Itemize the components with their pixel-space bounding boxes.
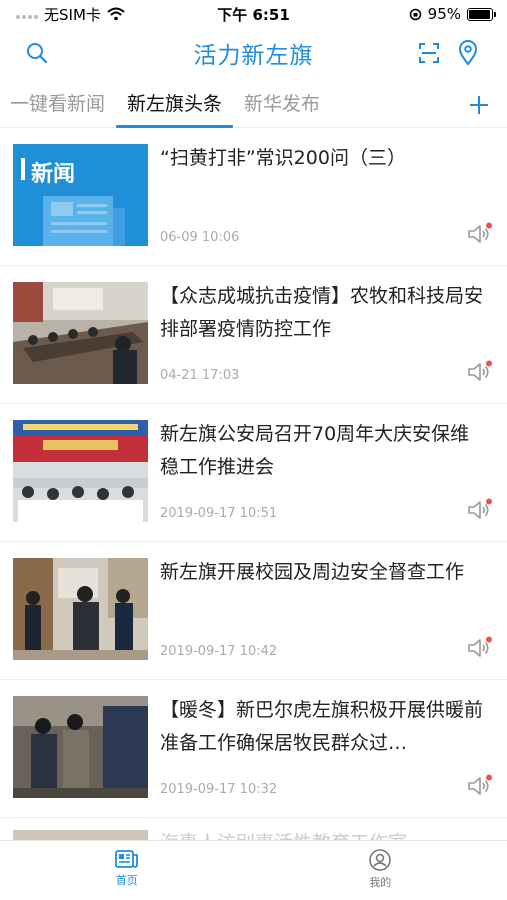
home-news-icon bbox=[114, 850, 138, 868]
channel-tabs: 一键看新闻 新左旗头条 新华发布 bbox=[0, 82, 507, 128]
carrier-label: 无SIM卡 bbox=[44, 5, 101, 24]
nav-mine[interactable]: 我的 bbox=[254, 841, 507, 900]
news-thumbnail bbox=[13, 696, 148, 798]
news-thumbnail: 新闻 bbox=[13, 144, 148, 246]
news-title: 【暖冬】新巴尔虎左旗积极开展供暖前准备工作确保居牧民群众过… bbox=[160, 699, 484, 754]
profile-icon bbox=[369, 849, 392, 871]
app-header: 活力新左旗 bbox=[0, 30, 507, 76]
battery-icon bbox=[467, 7, 496, 21]
status-right: 95% bbox=[409, 5, 496, 23]
tab-label: 新左旗头条 bbox=[127, 92, 223, 115]
news-time: 04-21 17:03 bbox=[160, 368, 240, 383]
speaker-icon[interactable] bbox=[467, 636, 493, 660]
wifi-icon bbox=[107, 7, 125, 21]
nav-home-label: 首页 bbox=[115, 874, 138, 887]
thumb-badge: 新闻 bbox=[31, 162, 76, 187]
search-icon[interactable] bbox=[22, 38, 52, 68]
tab-label: 一键看新闻 bbox=[10, 92, 106, 115]
tab-xinhua[interactable]: 新华发布 bbox=[233, 82, 331, 128]
tab-headlines[interactable]: 新左旗头条 bbox=[116, 82, 234, 128]
speaker-icon[interactable] bbox=[467, 360, 493, 384]
news-title: 新左旗开展校园及周边安全督查工作 bbox=[160, 561, 465, 583]
bottom-nav: 首页 我的 bbox=[0, 840, 507, 900]
news-title: 海事人访别事活性教育工作室 bbox=[160, 828, 480, 840]
signal-icon bbox=[16, 9, 38, 19]
news-thumbnail bbox=[13, 420, 148, 522]
page-title: 活力新左旗 bbox=[193, 43, 314, 69]
news-title: 新左旗公安局召开70周年大庆安保维稳工作推进会 bbox=[160, 423, 470, 478]
news-list: 新闻 “扫黄打非”常识200问（三） 06-09 10:06 【众志成城抗击疫情… bbox=[0, 128, 507, 840]
news-title: “扫黄打非”常识200问（三） bbox=[160, 147, 406, 169]
news-title: 【众志成城抗击疫情】农牧和科技局安排部署疫情防控工作 bbox=[160, 285, 484, 340]
nav-home[interactable]: 首页 bbox=[0, 841, 254, 900]
news-thumbnail bbox=[13, 282, 148, 384]
news-item[interactable]: 新左旗公安局召开70周年大庆安保维稳工作推进会 2019-09-17 10:51 bbox=[0, 404, 507, 542]
location-icon[interactable] bbox=[453, 38, 483, 68]
status-left: 无SIM卡 bbox=[16, 4, 125, 25]
news-thumbnail bbox=[13, 558, 148, 660]
status-bar: 无SIM卡 下午 6:51 95% bbox=[0, 0, 507, 28]
news-item[interactable]: 新左旗开展校园及周边安全督查工作 2019-09-17 10:42 bbox=[0, 542, 507, 680]
news-item[interactable]: 【暖冬】新巴尔虎左旗积极开展供暖前准备工作确保居牧民群众过… 2019-09-1… bbox=[0, 680, 507, 818]
nav-mine-label: 我的 bbox=[369, 876, 392, 889]
scan-icon[interactable] bbox=[414, 38, 444, 68]
news-time: 06-09 10:06 bbox=[160, 230, 240, 245]
news-item[interactable]: 新闻 “扫黄打非”常识200问（三） 06-09 10:06 bbox=[0, 128, 507, 266]
tab-label: 新华发布 bbox=[244, 92, 321, 115]
speaker-icon[interactable] bbox=[467, 222, 493, 246]
speaker-icon[interactable] bbox=[467, 774, 493, 798]
news-item[interactable]: 海事人访别事活性教育工作室 bbox=[0, 818, 507, 840]
tab-one-click-news[interactable]: 一键看新闻 bbox=[0, 82, 116, 128]
news-time: 2019-09-17 10:32 bbox=[160, 782, 278, 797]
news-time: 2019-09-17 10:42 bbox=[160, 644, 278, 659]
news-thumbnail bbox=[13, 830, 148, 840]
news-item[interactable]: 【众志成城抗击疫情】农牧和科技局安排部署疫情防控工作 04-21 17:03 bbox=[0, 266, 507, 404]
battery-percent: 95% bbox=[427, 5, 461, 23]
news-time: 2019-09-17 10:51 bbox=[160, 506, 278, 521]
add-channel-icon[interactable] bbox=[465, 91, 493, 119]
speaker-icon[interactable] bbox=[467, 498, 493, 522]
status-time: 下午 6:51 bbox=[217, 5, 290, 24]
orientation-lock-icon bbox=[409, 8, 421, 20]
